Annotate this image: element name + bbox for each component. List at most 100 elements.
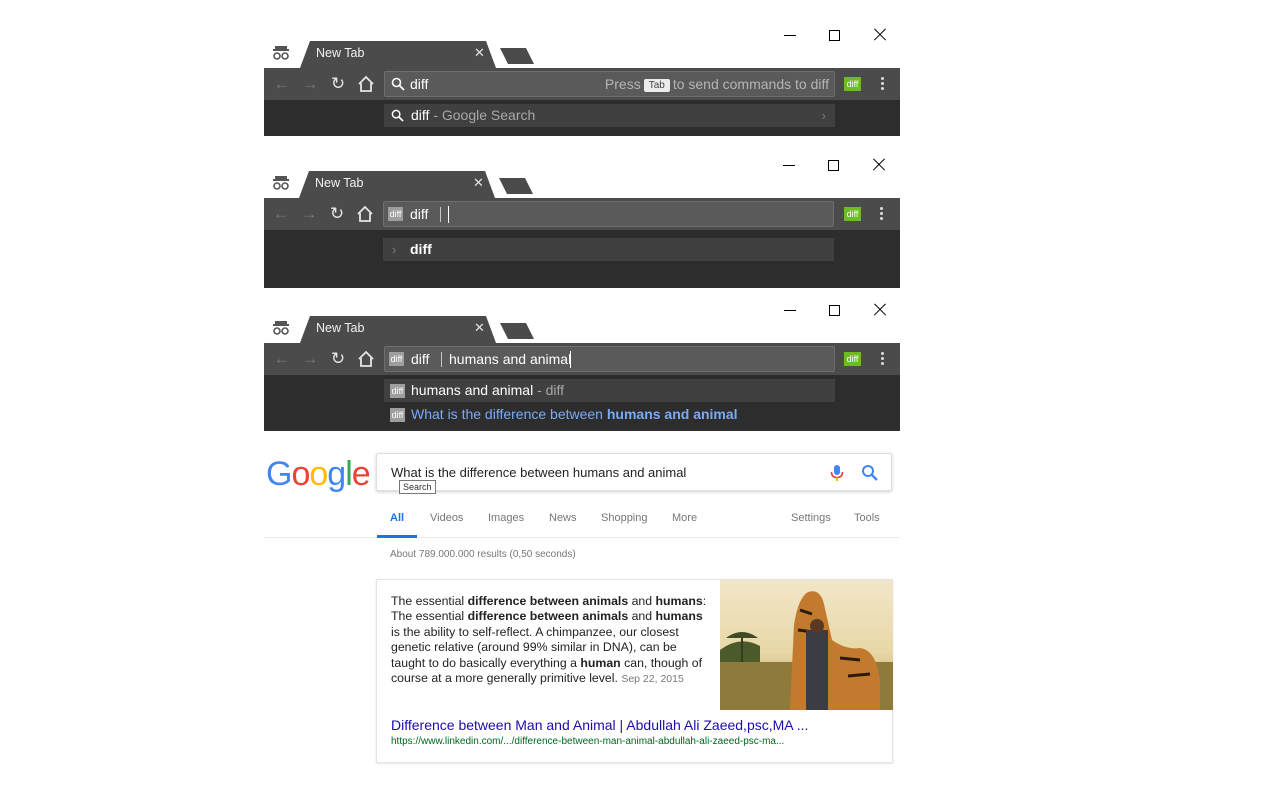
incognito-icon (273, 321, 289, 335)
snippet-part: humans (655, 609, 703, 624)
result-title-link[interactable]: Difference between Man and Animal | Abdu… (391, 717, 808, 733)
tab-new-tab[interactable]: New Tab ✕ (299, 171, 495, 198)
forward-arrow-icon[interactable]: → (301, 75, 319, 93)
text-caret (570, 351, 571, 368)
suggestion-keyword[interactable]: › diff (383, 238, 834, 261)
snippet-part: and (628, 609, 656, 624)
back-arrow-icon[interactable]: ← (273, 350, 291, 368)
forward-arrow-icon[interactable]: → (301, 350, 319, 368)
reload-icon[interactable]: ↻ (329, 75, 347, 93)
tab-close-icon[interactable]: ✕ (474, 321, 485, 335)
hint-after: to send commands to diff (672, 76, 829, 92)
suggestion-text: diff (410, 241, 432, 257)
tab-all[interactable]: All (390, 512, 404, 524)
omnibox[interactable]: diff diff humans and animal (384, 346, 835, 372)
title-bar (264, 297, 900, 316)
home-icon[interactable] (357, 75, 375, 93)
back-arrow-icon[interactable]: ← (273, 75, 291, 93)
keyword-separator (440, 207, 441, 222)
google-search-box[interactable]: What is the difference between humans an… (376, 453, 892, 494)
diff-extension-icon[interactable]: diff (844, 77, 861, 91)
search-query: What is the difference between humans an… (391, 465, 687, 480)
omnibox-text: diff (410, 76, 429, 92)
browser-window-2: New Tab ✕ ← → ↻ diff diff diff › diff (264, 152, 900, 288)
new-tab-button[interactable] (499, 178, 533, 194)
diff-extension-icon[interactable]: diff (844, 207, 861, 221)
suggestion-keyword-query[interactable]: diff humans and animal - diff (384, 379, 835, 402)
keyword-chip: diff (388, 207, 403, 221)
tab-new-tab[interactable]: New Tab ✕ (300, 316, 496, 343)
reload-icon[interactable]: ↻ (328, 205, 346, 223)
search-icon (391, 77, 405, 91)
logo-letter: o (309, 455, 328, 493)
keyword-chip: diff (389, 352, 404, 366)
title-bar (264, 22, 900, 41)
snippet-image[interactable] (720, 580, 893, 710)
google-logo[interactable]: Google (266, 455, 371, 494)
suggestion-text: diff - Google Search (411, 107, 535, 123)
chrome-menu-icon[interactable] (880, 207, 884, 221)
snippet-text: The essential difference between animals… (391, 594, 707, 687)
result-stats: About 789.000.000 results (0,50 seconds) (390, 549, 576, 560)
tab-title: New Tab (316, 46, 365, 60)
snippet-part: difference between animals (467, 594, 629, 608)
logo-letter: g (327, 455, 346, 493)
chrome-menu-icon[interactable] (881, 352, 885, 366)
suggestion-google-search[interactable]: diff - Google Search › (384, 104, 835, 127)
suggestion-suffix: - diff (533, 382, 565, 398)
tab-title: New Tab (316, 321, 365, 335)
search-icon[interactable] (861, 464, 879, 482)
tab-more[interactable]: More (672, 512, 697, 524)
tab-strip: New Tab ✕ (264, 315, 900, 343)
diff-extension-icon[interactable]: diff (844, 352, 861, 366)
tiger-hug-photo (720, 580, 893, 710)
incognito-icon (273, 176, 289, 190)
screenshot-stage: New Tab ✕ ← → ↻ diff Press Tab to send com… (0, 0, 1280, 800)
search-tabs: All Videos Images News Shopping More Set… (264, 508, 900, 538)
suggestion-extension[interactable]: diff What is the difference between huma… (384, 403, 835, 426)
home-icon[interactable] (357, 350, 375, 368)
snippet-part: The essential (391, 594, 468, 608)
toolbar: ← → ↻ diff Press Tab to send commands to d… (264, 68, 900, 100)
keyword-hint: Press Tab to send commands to diff (605, 76, 829, 92)
home-icon[interactable] (356, 205, 374, 223)
tab-strip: New Tab ✕ (264, 170, 900, 198)
microphone-icon[interactable] (829, 464, 845, 482)
logo-letter: e (351, 455, 371, 493)
omnibox-dropdown: diff humans and animal - diff diff What … (264, 375, 900, 431)
omnibox-dropdown: diff - Google Search › (264, 100, 900, 136)
tab-videos[interactable]: Videos (430, 512, 463, 524)
text-caret (448, 206, 449, 223)
suggestion-text: humans and animal - diff (411, 382, 564, 398)
logo-letter: G (266, 455, 292, 493)
incognito-icon (273, 46, 289, 60)
new-tab-button[interactable] (500, 48, 534, 64)
tab-shopping[interactable]: Shopping (601, 512, 648, 524)
tools-link[interactable]: Tools (854, 512, 880, 524)
tab-images[interactable]: Images (488, 512, 524, 524)
tab-close-icon[interactable]: ✕ (474, 46, 485, 60)
chevron-right-icon: › (392, 242, 397, 257)
browser-window-1: New Tab ✕ ← → ↻ diff Press Tab to send com… (264, 22, 900, 136)
snippet-part: human (580, 655, 621, 670)
omnibox[interactable]: diff diff (383, 201, 834, 227)
tab-new-tab[interactable]: New Tab ✕ (300, 41, 496, 68)
reload-icon[interactable]: ↻ (329, 350, 347, 368)
featured-snippet: The essential difference between animals… (376, 579, 893, 763)
suggestion-rest: - Google Search (429, 107, 536, 123)
suggestion-prefix: What is the difference between (411, 406, 607, 422)
forward-arrow-icon[interactable]: → (300, 205, 318, 223)
result-url[interactable]: https://www.linkedin.com/.../difference-… (391, 736, 784, 747)
snippet-part: difference between animals (467, 609, 629, 624)
omnibox[interactable]: diff Press Tab to send commands to diff (384, 71, 835, 97)
tab-close-icon[interactable]: ✕ (473, 176, 484, 190)
settings-link[interactable]: Settings (791, 512, 831, 524)
keyword-label: diff (411, 351, 430, 367)
keyword-separator (441, 352, 442, 367)
chrome-menu-icon[interactable] (881, 77, 885, 91)
back-arrow-icon[interactable]: ← (272, 205, 290, 223)
tab-news[interactable]: News (549, 512, 577, 524)
snippet-part: and (628, 594, 656, 608)
new-tab-button[interactable] (500, 323, 534, 339)
suggestion-bold: diff (411, 107, 430, 123)
